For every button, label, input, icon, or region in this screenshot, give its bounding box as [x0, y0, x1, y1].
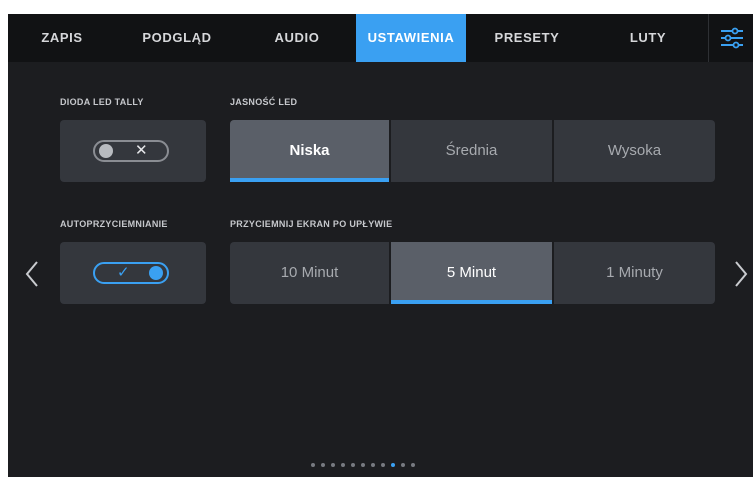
option-label: 1 Minuty	[606, 264, 663, 281]
option-niska[interactable]: Niska	[230, 120, 389, 182]
sliders-icon	[721, 27, 743, 49]
tab-ustawienia[interactable]: USTAWIENIA	[356, 14, 466, 62]
tab-podglad[interactable]: PODGLĄD	[116, 14, 238, 62]
next-page-button[interactable]	[729, 256, 751, 292]
toggle-knob	[149, 266, 163, 280]
camera-screen: ZAPIS PODGLĄD AUDIO USTAWIENIA PRESETY L…	[8, 14, 753, 477]
selected-indicator	[230, 178, 389, 182]
option-label: 10 Minut	[280, 264, 339, 281]
tab-zapis[interactable]: ZAPIS	[8, 14, 116, 62]
page-dot	[411, 463, 415, 467]
chevron-right-icon	[735, 261, 748, 287]
auto-dim-card: ✓	[60, 242, 206, 304]
menu-tabs: ZAPIS PODGLĄD AUDIO USTAWIENIA PRESETY L…	[8, 14, 753, 62]
tally-card: ✕	[60, 120, 206, 182]
auto-dim-toggle[interactable]: ✓	[93, 262, 169, 284]
tab-presety[interactable]: PRESETY	[466, 14, 588, 62]
page-dot	[361, 463, 365, 467]
page-dot	[341, 463, 345, 467]
chevron-left-icon	[25, 261, 38, 287]
toggle-knob	[99, 144, 113, 158]
tally-label: DIODA LED TALLY	[60, 97, 144, 107]
page-dot	[371, 463, 375, 467]
led-brightness-label: JASNOŚĆ LED	[230, 97, 298, 107]
settings-button[interactable]	[708, 14, 753, 62]
option-1-minuty[interactable]: 1 Minuty	[554, 242, 715, 304]
option-label: Wysoka	[607, 142, 662, 159]
dim-after-label: PRZYCIEMNIJ EKRAN PO UPŁYWIE	[230, 219, 393, 229]
option-label: 5 Minut	[446, 264, 497, 281]
x-icon: ✕	[135, 142, 148, 159]
option-srednia[interactable]: Średnia	[391, 120, 552, 182]
tab-luty[interactable]: LUTY	[588, 14, 708, 62]
tab-audio[interactable]: AUDIO	[238, 14, 356, 62]
option-wysoka[interactable]: Wysoka	[554, 120, 715, 182]
tally-toggle[interactable]: ✕	[93, 140, 169, 162]
page-dot	[381, 463, 385, 467]
option-10-minut[interactable]: 10 Minut	[230, 242, 389, 304]
page-dot	[351, 463, 355, 467]
page-dot	[401, 463, 405, 467]
page-dot	[321, 463, 325, 467]
page-dot	[331, 463, 335, 467]
selected-indicator	[391, 300, 552, 304]
check-icon: ✓	[117, 264, 130, 281]
option-5-minut[interactable]: 5 Minut	[391, 242, 552, 304]
page-dot	[391, 463, 395, 467]
auto-dim-label: AUTOPRZYCIEMNIANIE	[60, 219, 168, 229]
page-dot	[311, 463, 315, 467]
option-label: Średnia	[445, 142, 498, 159]
prev-page-button[interactable]	[22, 256, 44, 292]
option-label: Niska	[289, 142, 330, 159]
